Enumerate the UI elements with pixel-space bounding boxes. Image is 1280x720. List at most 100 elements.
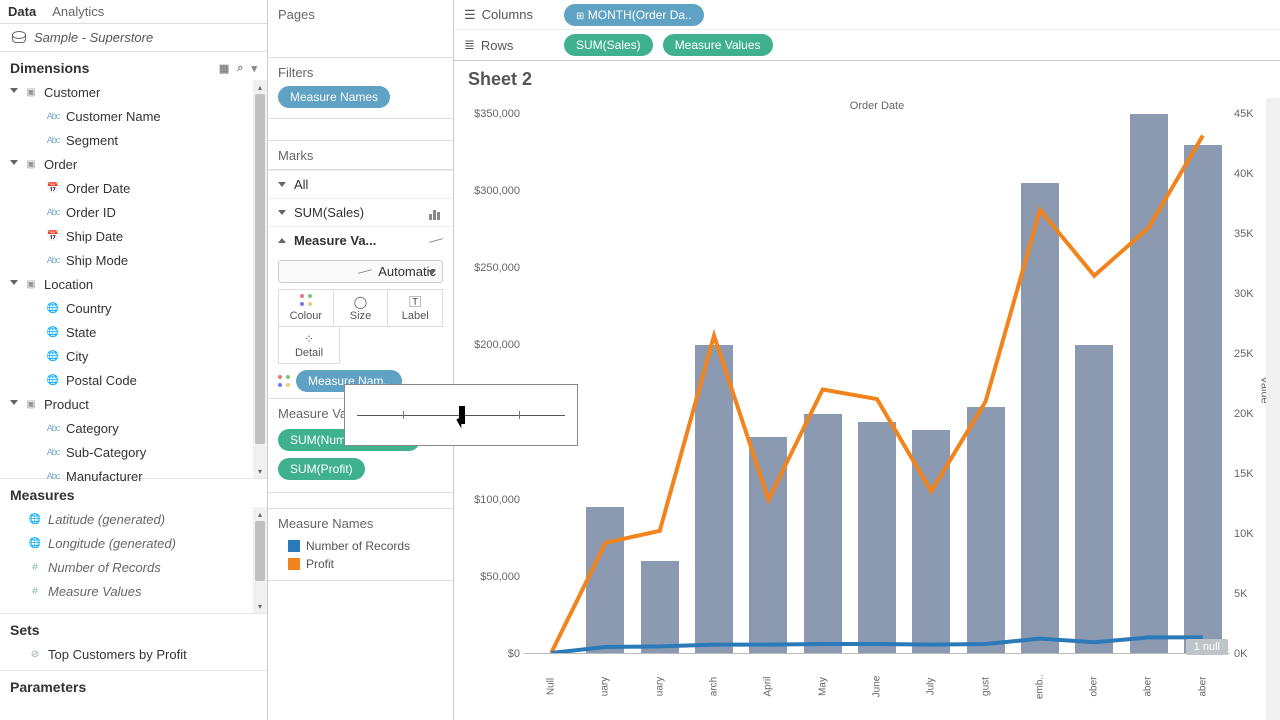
size-slider-popup[interactable] xyxy=(344,384,578,446)
tab-analytics[interactable]: Analytics xyxy=(52,4,104,19)
measure-field[interactable]: #Measure Values xyxy=(0,579,267,603)
marks-all[interactable]: All xyxy=(268,170,453,198)
folder-icon: ▣ xyxy=(24,87,38,98)
line-number-of-records[interactable] xyxy=(551,637,1203,653)
filters-shelf[interactable]: Filters Measure Names xyxy=(268,58,453,119)
dim-field[interactable]: AbcManufacturer xyxy=(0,464,267,488)
dim-field[interactable]: AbcCategory xyxy=(0,416,267,440)
view-grid-icon[interactable]: ▦ xyxy=(219,62,229,75)
legend-swatch xyxy=(288,558,300,570)
dim-field[interactable]: AbcSub-Category xyxy=(0,440,267,464)
legend-item[interactable]: Number of Records xyxy=(278,537,443,555)
line-icon xyxy=(429,234,443,248)
search-icon[interactable]: ⌕ xyxy=(237,62,243,75)
line-icon xyxy=(358,265,372,279)
detail-button[interactable]: ⁘Detail xyxy=(279,327,339,363)
dimensions-header: Dimensions ▦ ⌕ ▾ xyxy=(0,51,267,80)
scrollbar[interactable]: ▴ ▾ xyxy=(253,507,267,613)
measure-field[interactable]: 🌐Longitude (generated) xyxy=(0,531,267,555)
abc-icon: Abc xyxy=(46,447,60,457)
cursor-icon xyxy=(458,416,472,434)
parameters-header: Parameters xyxy=(0,670,267,699)
dim-folder[interactable]: ▣Order xyxy=(0,152,267,176)
size-button[interactable]: ◯Size xyxy=(334,290,389,326)
geo-icon: 🌐 xyxy=(46,327,60,338)
set-icon: ⊘ xyxy=(28,649,42,660)
scrollbar[interactable]: ▴ ▾ xyxy=(253,80,267,478)
legend-item[interactable]: Profit xyxy=(278,555,443,573)
dim-field[interactable]: 🌐Postal Code xyxy=(0,368,267,392)
marks-shelf: Marks xyxy=(268,141,453,170)
num-icon: # xyxy=(28,586,42,597)
dim-field[interactable]: AbcSegment xyxy=(0,128,267,152)
datasource-item[interactable]: Sample - Superstore xyxy=(0,24,267,51)
geo-icon: 🌐 xyxy=(46,303,60,314)
measure-field[interactable]: 🌐Latitude (generated) xyxy=(0,507,267,531)
marks-measure-values[interactable]: Measure Va... xyxy=(268,226,453,254)
abc-icon: Abc xyxy=(46,207,60,217)
line-profit[interactable] xyxy=(551,136,1203,653)
measure-field[interactable]: #Number of Records xyxy=(0,555,267,579)
geo-icon: 🌐 xyxy=(28,538,42,549)
measure-names-legend: Measure Names Number of RecordsProfit xyxy=(268,509,453,581)
x-tick: aber xyxy=(1197,659,1208,713)
x-tick: Null xyxy=(546,659,557,713)
dim-folder[interactable]: ▣Customer xyxy=(0,80,267,104)
mark-type-select[interactable]: Automatic xyxy=(278,260,443,283)
scroll-up-icon[interactable]: ▴ xyxy=(253,80,267,94)
label-icon: 🅃 xyxy=(388,294,442,310)
y-left-tick: $100,000 xyxy=(462,494,520,506)
dim-field[interactable]: 🌐State xyxy=(0,320,267,344)
folder-icon: ▣ xyxy=(24,159,38,170)
measures-tree: 🌐Latitude (generated)🌐Longitude (generat… xyxy=(0,507,267,603)
dim-field[interactable]: AbcOrder ID xyxy=(0,200,267,224)
columns-pill[interactable]: ⊞ MONTH(Order Da.. xyxy=(564,4,704,26)
abc-icon: Abc xyxy=(46,135,60,145)
scroll-down-icon[interactable]: ▾ xyxy=(253,464,267,478)
dim-field[interactable]: AbcCustomer Name xyxy=(0,104,267,128)
tab-data[interactable]: Data xyxy=(8,4,36,19)
null-indicator[interactable]: 1 null xyxy=(1186,639,1228,655)
colour-icon xyxy=(300,294,312,306)
measure-value-pill[interactable]: SUM(Profit) xyxy=(278,458,365,480)
database-icon xyxy=(12,31,26,45)
chart[interactable]: $0$50,000$100,000$150,000$200,000$250,00… xyxy=(524,114,1230,654)
marks-sum-sales[interactable]: SUM(Sales) xyxy=(268,198,453,226)
scroll-up-icon[interactable]: ▴ xyxy=(253,507,267,521)
dim-field[interactable]: 🌐Country xyxy=(0,296,267,320)
y-left-tick: $250,000 xyxy=(462,262,520,274)
colour-icon xyxy=(278,375,290,387)
abc-icon: Abc xyxy=(46,423,60,433)
dim-field[interactable]: 🌐City xyxy=(0,344,267,368)
geo-icon: 🌐 xyxy=(46,351,60,362)
scroll-down-icon[interactable]: ▾ xyxy=(253,599,267,613)
dim-field[interactable]: AbcShip Mode xyxy=(0,248,267,272)
rows-pill[interactable]: Measure Values xyxy=(663,34,773,56)
x-tick: aber xyxy=(1143,659,1154,713)
geo-icon: 🌐 xyxy=(28,514,42,525)
rows-pill[interactable]: SUM(Sales) xyxy=(564,34,653,56)
dim-folder[interactable]: ▣Location xyxy=(0,272,267,296)
bar-icon xyxy=(429,206,443,220)
dim-folder[interactable]: ▣Product xyxy=(0,392,267,416)
x-tick: April xyxy=(763,659,774,713)
colour-button[interactable]: Colour xyxy=(279,290,334,326)
dim-field[interactable]: 📅Ship Date xyxy=(0,224,267,248)
filter-pill[interactable]: Measure Names xyxy=(278,86,390,108)
menu-icon[interactable]: ▾ xyxy=(251,62,257,75)
x-tick: July xyxy=(926,659,937,713)
x-tick: emb.. xyxy=(1034,659,1045,713)
x-axis-title: Order Date xyxy=(524,98,1230,114)
folder-icon: ▣ xyxy=(24,279,38,290)
label-button[interactable]: 🅃Label xyxy=(388,290,442,326)
x-tick: arch xyxy=(709,659,720,713)
sheet-title[interactable]: Sheet 2 xyxy=(454,61,1280,98)
y-left-tick: $200,000 xyxy=(462,339,520,351)
date-icon: 📅 xyxy=(46,183,60,194)
pages-shelf[interactable]: Pages xyxy=(268,0,453,58)
abc-icon: Abc xyxy=(46,111,60,121)
set-item[interactable]: ⊘ Top Customers by Profit xyxy=(0,642,267,666)
x-tick: ober xyxy=(1089,659,1100,713)
x-tick: May xyxy=(817,659,828,713)
dim-field[interactable]: 📅Order Date xyxy=(0,176,267,200)
